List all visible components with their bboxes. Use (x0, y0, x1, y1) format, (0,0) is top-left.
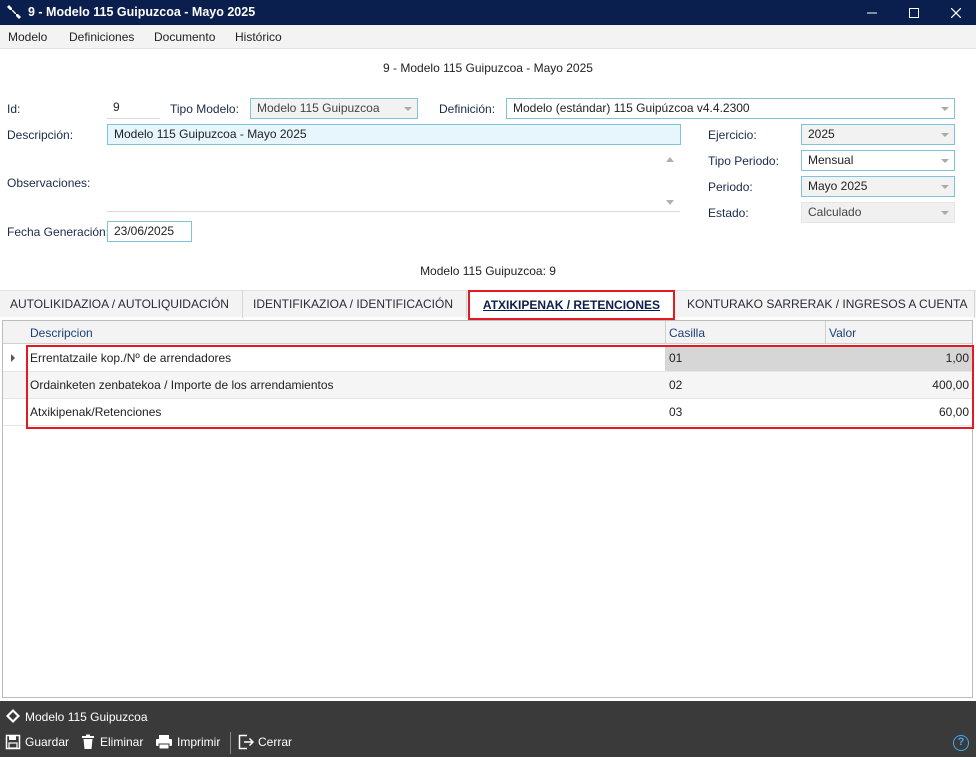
definicion-value: Modelo (estándar) 115 Guipúzcoa v4.4.230… (513, 101, 750, 115)
menu-definiciones[interactable]: Definiciones (69, 30, 134, 44)
row-pointer-icon (11, 354, 15, 362)
definicion-select[interactable]: Modelo (estándar) 115 Guipúzcoa v4.4.230… (506, 98, 955, 119)
fecha-generacion-label: Fecha Generación: (7, 225, 110, 239)
minimize-button[interactable] (852, 0, 892, 25)
id-label: Id: (7, 102, 21, 116)
document-badge-icon (6, 709, 20, 723)
tipo-periodo-label: Tipo Periodo: (708, 154, 779, 168)
cerrar-label: Cerrar (258, 735, 293, 749)
column-valor[interactable]: Valor (829, 326, 856, 340)
tab-label: KONTURAKO SARRERAK / INGRESOS A CUENTA (687, 297, 968, 311)
save-icon (5, 734, 21, 750)
printer-icon (156, 735, 172, 750)
title-bar: 9 - Modelo 115 Guipuzcoa - Mayo 2025 (0, 0, 976, 25)
ejercicio-select[interactable]: 2025 (801, 124, 955, 145)
window-title: 9 - Modelo 115 Guipuzcoa - Mayo 2025 (28, 5, 256, 19)
column-divider (665, 321, 666, 344)
column-descripcion[interactable]: Descripcion (30, 326, 93, 340)
tipo-modelo-label: Tipo Modelo: (170, 102, 239, 116)
tab-retenciones[interactable]: ATXIKIPENAK / RETENCIONES (468, 290, 675, 320)
id-value: 9 (113, 100, 120, 114)
tab-label: AUTOLIKIDAZIOA / AUTOLIQUIDACIÓN (10, 297, 229, 311)
toolbar-divider (230, 732, 231, 754)
chevron-down-icon (941, 133, 949, 137)
tab-identificacion[interactable]: IDENTIFIKAZIOA / IDENTIFICACIÓN (243, 291, 467, 318)
estado-label: Estado: (708, 206, 749, 220)
menu-documento[interactable]: Documento (154, 30, 215, 44)
grid-header: Descripcion Casilla Valor (3, 321, 972, 344)
tipo-modelo-value: Modelo 115 Guipuzcoa (257, 101, 380, 115)
imprimir-button[interactable]: Imprimir (155, 734, 220, 750)
observaciones-field[interactable] (107, 150, 680, 212)
guardar-label: Guardar (25, 735, 70, 749)
close-button[interactable] (936, 0, 976, 25)
cerrar-button[interactable]: Cerrar (238, 734, 292, 750)
grid-subtitle: Modelo 115 Guipuzcoa: 9 (420, 264, 556, 278)
close-icon (951, 7, 961, 18)
column-divider (825, 321, 826, 344)
menu-modelo[interactable]: Modelo (8, 30, 47, 44)
wrench-icon (7, 5, 21, 19)
chevron-down-icon (941, 185, 949, 189)
descripcion-label: Descripción: (7, 128, 74, 142)
guardar-button[interactable]: Guardar (5, 734, 69, 750)
minimize-icon (867, 12, 877, 13)
descripcion-value: Modelo 115 Guipuzcoa - Mayo 2025 (114, 127, 307, 141)
definicion-label: Definición: (439, 102, 496, 116)
tab-label: ATXIKIPENAK / RETENCIONES (482, 298, 661, 312)
maximize-icon (909, 7, 919, 18)
tab-autoliquidacion[interactable]: AUTOLIKIDAZIOA / AUTOLIQUIDACIÓN (0, 291, 243, 318)
exit-icon (238, 734, 254, 750)
help-icon[interactable]: ? (953, 735, 969, 751)
descripcion-field[interactable]: Modelo 115 Guipuzcoa - Mayo 2025 (107, 124, 681, 145)
tipo-modelo-select[interactable]: Modelo 115 Guipuzcoa (250, 98, 418, 119)
tipo-periodo-value: Mensual (808, 153, 854, 167)
tipo-periodo-select[interactable]: Mensual (801, 150, 955, 171)
column-casilla[interactable]: Casilla (669, 326, 705, 340)
periodo-value: Mayo 2025 (808, 179, 868, 193)
maximize-button[interactable] (894, 0, 934, 25)
imprimir-label: Imprimir (177, 735, 221, 749)
periodo-label: Periodo: (708, 180, 753, 194)
form-title: 9 - Modelo 115 Guipuzcoa - Mayo 2025 (383, 61, 593, 75)
scroll-down-icon[interactable] (666, 200, 674, 205)
observaciones-label: Observaciones: (7, 176, 91, 190)
footer-toolbar: Modelo 115 Guipuzcoa Guardar Eliminar Im… (0, 701, 976, 757)
estado-select: Calculado (801, 202, 955, 223)
id-field[interactable]: 9 (107, 98, 160, 119)
tab-bar: AUTOLIKIDAZIOA / AUTOLIQUIDACIÓN IDENTIF… (0, 290, 976, 320)
eliminar-button[interactable]: Eliminar (80, 734, 143, 750)
highlight-box (26, 345, 974, 429)
document-label: Modelo 115 Guipuzcoa (25, 710, 148, 724)
estado-value: Calculado (808, 205, 862, 219)
fecha-generacion-value: 23/06/2025 (114, 224, 175, 238)
chevron-down-icon (941, 159, 949, 163)
menu-bar: Modelo Definiciones Documento Histórico (0, 25, 976, 49)
ejercicio-label: Ejercicio: (708, 128, 757, 142)
menu-historico[interactable]: Histórico (235, 30, 282, 44)
chevron-down-icon (941, 107, 949, 111)
trash-icon (82, 734, 94, 749)
tab-ingresos-a-cuenta[interactable]: KONTURAKO SARRERAK / INGRESOS A CUENTA (677, 291, 975, 318)
chevron-down-icon (404, 107, 412, 111)
retenciones-grid: Descripcion Casilla Valor Errentatzaile … (2, 320, 974, 698)
chevron-down-icon (941, 211, 949, 215)
eliminar-label: Eliminar (100, 735, 144, 749)
scroll-up-icon[interactable] (666, 157, 674, 162)
ejercicio-value: 2025 (808, 127, 835, 141)
periodo-select[interactable]: Mayo 2025 (801, 176, 955, 197)
tab-label: IDENTIFIKAZIOA / IDENTIFICACIÓN (253, 297, 454, 311)
fecha-generacion-field[interactable]: 23/06/2025 (107, 221, 192, 242)
